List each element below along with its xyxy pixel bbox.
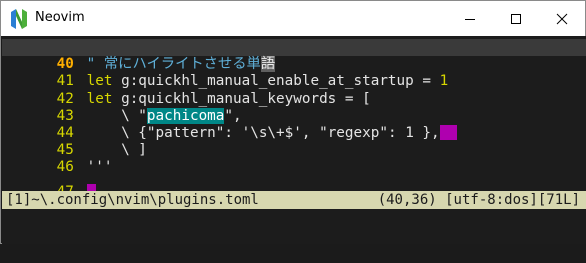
buffer-line: 42 let g:quickhl_manual_keywords = [ [2, 73, 586, 107]
buffer-line: 47 [2, 167, 586, 200]
editor-buffer[interactable]: 40 " 常にハイライトさせる単語 41 let g:quickhl_manual_… [2, 36, 586, 244]
title-bar[interactable]: Neovim [1, 1, 585, 36]
status-file-path: [1]~\.config\nvim\plugins.toml [6, 192, 259, 208]
buffer-line: 43 \ "pachicoma", [2, 91, 586, 124]
buffer-line: 45 \ ] [2, 125, 586, 158]
neovim-window: Neovim 40 " 常にハイライトさせる単語 41 let g:quickhl_… [0, 0, 586, 244]
close-icon [556, 13, 568, 24]
buffer-line: 44 \ {"pattern": '\s\+$', "regexp": 1 }, [2, 108, 586, 141]
minimize-icon [465, 18, 475, 20]
maximize-icon [511, 13, 521, 24]
status-position-info: (40,36) [utf-8:dos][71L] [377, 192, 580, 208]
window-title: Neovim [35, 10, 85, 25]
maximize-button[interactable] [493, 1, 539, 36]
buffer-line: 46 ''' [2, 142, 586, 175]
buffer-line: 40 " 常にハイライトさせる単語 [2, 39, 586, 73]
minimize-button[interactable] [447, 1, 493, 36]
buffer-line: 41 let g:quickhl_manual_enable_at_startup… [2, 56, 586, 89]
neovim-logo-icon [11, 9, 27, 29]
status-line: [1]~\.config\nvim\plugins.toml (40,36) [… [2, 191, 586, 209]
close-button[interactable] [539, 1, 585, 36]
